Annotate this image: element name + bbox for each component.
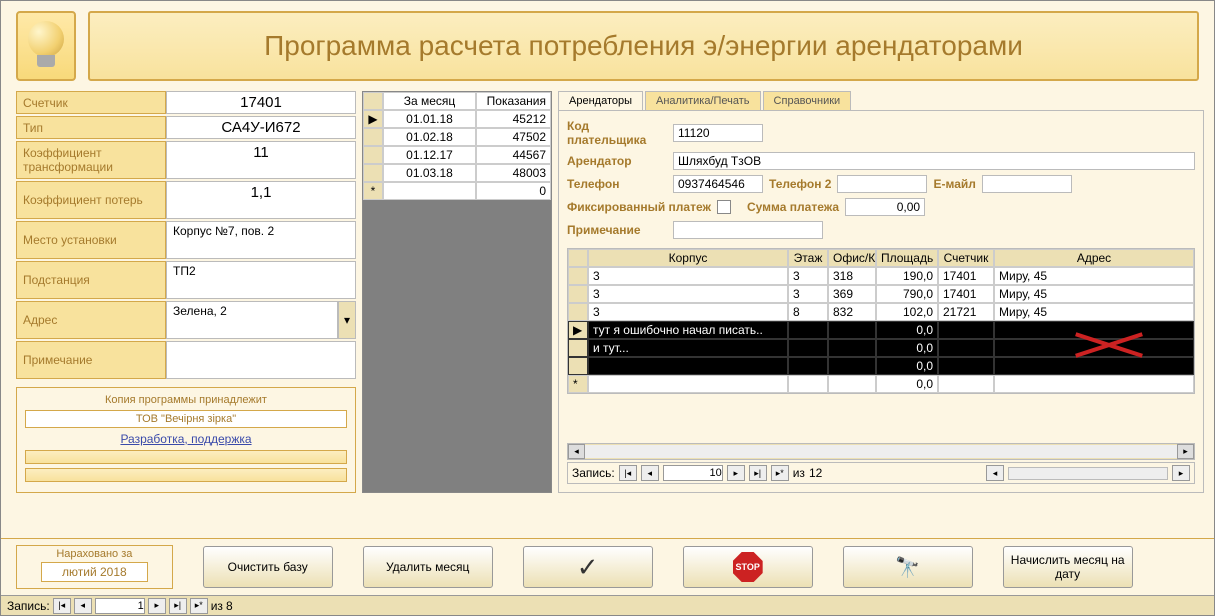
app-logo xyxy=(16,11,76,81)
support-link[interactable]: Разработка, поддержка xyxy=(25,432,347,446)
confirm-button[interactable]: ✓ xyxy=(523,546,653,588)
table-row[interactable]: 33318190,017401Миру, 45 xyxy=(568,267,1194,285)
value-type[interactable]: СА4У-И672 xyxy=(166,116,356,139)
label-location: Место установки xyxy=(16,221,166,259)
label-meter: Счетчик xyxy=(16,91,166,114)
nav-next-icon[interactable]: ▸ xyxy=(727,465,745,481)
new-row-icon: * xyxy=(363,182,383,200)
label-email: Е-майл xyxy=(933,177,975,191)
new-row-icon: * xyxy=(568,375,588,393)
scroll-right-icon[interactable]: ▸ xyxy=(1172,465,1190,481)
label-fixed: Фиксированный платеж xyxy=(567,200,711,214)
table-row-error[interactable]: ▶ тут я ошибочно начал писать..0,0 xyxy=(568,321,1194,339)
checkbox-fixed[interactable] xyxy=(717,200,731,214)
label-phone: Телефон xyxy=(567,177,667,191)
app-title-bar: Программа расчета потребления э/энергии … xyxy=(88,11,1199,81)
nav-last-icon[interactable]: ▸| xyxy=(749,465,767,481)
charged-period-value: лютий 2018 xyxy=(41,562,148,582)
delete-month-button[interactable]: Удалить месяц xyxy=(363,546,493,588)
nav-current-input[interactable] xyxy=(663,465,723,481)
label-tnote: Примечание xyxy=(567,223,667,237)
nav-first-icon[interactable]: |◂ xyxy=(619,465,637,481)
readings-row[interactable]: 01.12.17 44567 xyxy=(363,146,551,164)
label-payer: Код плательщика xyxy=(567,119,667,147)
row-selector-icon: ▶ xyxy=(568,321,588,339)
search-button[interactable]: 🔭 xyxy=(843,546,973,588)
input-tenant[interactable] xyxy=(673,152,1195,170)
input-tnote[interactable] xyxy=(673,221,823,239)
label-address: Адрес xyxy=(16,301,166,339)
readings-row[interactable]: 01.03.18 48003 xyxy=(363,164,551,182)
input-payer[interactable] xyxy=(673,124,763,142)
input-phone2[interactable] xyxy=(837,175,927,193)
scroll-left-icon[interactable]: ◂ xyxy=(986,465,1004,481)
calc-month-button[interactable]: Начислить месяц на дату xyxy=(1003,546,1133,588)
value-address[interactable]: Зелена, 2 xyxy=(166,301,338,339)
binoculars-icon: 🔭 xyxy=(895,555,920,580)
nav-next-icon[interactable]: ▸ xyxy=(148,598,166,614)
scroll-left-icon[interactable]: ◂ xyxy=(568,444,585,459)
label-sum: Сумма платежа xyxy=(747,200,839,214)
readings-grid[interactable]: За месяц Показания ▶ 01.01.18 45212 01.0… xyxy=(362,91,552,493)
readings-row[interactable]: 01.02.18 47502 xyxy=(363,128,551,146)
value-note[interactable] xyxy=(166,341,356,379)
label-substation: Подстанция xyxy=(16,261,166,299)
value-meter[interactable]: 17401 xyxy=(166,91,356,114)
app-title: Программа расчета потребления э/энергии … xyxy=(264,30,1023,62)
label-note: Примечание xyxy=(16,341,166,379)
nav-first-icon[interactable]: |◂ xyxy=(53,598,71,614)
value-substation[interactable]: ТП2 xyxy=(166,261,356,299)
status-bar: Запись: |◂ ◂ ▸ ▸| ▸* из 8 xyxy=(1,595,1214,615)
readings-new-row[interactable]: * 0 xyxy=(363,182,551,200)
nav-new-icon[interactable]: ▸* xyxy=(190,598,208,614)
readings-header-value: Показания xyxy=(476,92,551,110)
charged-period-box: Нараховано за лютий 2018 xyxy=(16,545,173,589)
readings-header-month: За месяц xyxy=(383,92,476,110)
input-email[interactable] xyxy=(982,175,1072,193)
label-type: Тип xyxy=(16,116,166,139)
tab-tenants[interactable]: Арендаторы xyxy=(558,91,643,110)
table-hscroll[interactable]: ◂ ▸ xyxy=(567,443,1195,460)
tenant-table[interactable]: Корпус Этаж Офис/К Площадь Счетчик Адрес… xyxy=(567,248,1195,394)
decor-bar-2 xyxy=(25,468,347,482)
check-icon: ✓ xyxy=(577,552,599,583)
decor-bar-1 xyxy=(25,450,347,464)
scroll-right-icon[interactable]: ▸ xyxy=(1177,444,1194,459)
table-row-error[interactable]: и тут...0,0 xyxy=(568,339,1194,357)
row-selector-icon[interactable]: ▶ xyxy=(363,110,383,128)
address-dropdown-icon[interactable]: ▾ xyxy=(338,301,356,339)
tenant-record-nav: Запись: |◂ ◂ ▸ ▸| ▸* из 12 ◂ ▸ xyxy=(567,462,1195,484)
copyright-box: Копия программы принадлежит ТОВ "Вечірня… xyxy=(16,387,356,493)
value-coef-trans[interactable]: 11 xyxy=(166,141,356,179)
value-coef-loss[interactable]: 1,1 xyxy=(166,181,356,219)
tab-refs[interactable]: Справочники xyxy=(763,91,852,110)
nav-new-icon[interactable]: ▸* xyxy=(771,465,789,481)
label-coef-loss: Коэффициент потерь xyxy=(16,181,166,219)
clear-db-button[interactable]: Очистить базу xyxy=(203,546,333,588)
table-row-new[interactable]: * 0,0 xyxy=(568,375,1194,393)
nav-prev-icon[interactable]: ◂ xyxy=(74,598,92,614)
input-phone[interactable] xyxy=(673,175,763,193)
label-tenant: Арендатор xyxy=(567,154,667,168)
table-row-error[interactable]: 0,0 xyxy=(568,357,1194,375)
stop-icon: STOP xyxy=(733,552,763,582)
stop-button[interactable]: STOP xyxy=(683,546,813,588)
nav-last-icon[interactable]: ▸| xyxy=(169,598,187,614)
label-phone2: Телефон 2 xyxy=(769,177,831,191)
table-row[interactable]: 33369790,017401Миру, 45 xyxy=(568,285,1194,303)
value-location[interactable]: Корпус №7, пов. 2 xyxy=(166,221,356,259)
readings-row[interactable]: ▶ 01.01.18 45212 xyxy=(363,110,551,128)
input-sum[interactable] xyxy=(845,198,925,216)
label-coef-trans: Коэффициент трансформации xyxy=(16,141,166,179)
table-row[interactable]: 38832102,021721Миру, 45 xyxy=(568,303,1194,321)
status-current-input[interactable] xyxy=(95,598,145,614)
copyright-legend: Копия программы принадлежит xyxy=(25,394,347,406)
nav-prev-icon[interactable]: ◂ xyxy=(641,465,659,481)
tab-analytics[interactable]: Аналитика/Печать xyxy=(645,91,761,110)
copyright-owner: ТОВ "Вечірня зірка" xyxy=(25,410,347,428)
